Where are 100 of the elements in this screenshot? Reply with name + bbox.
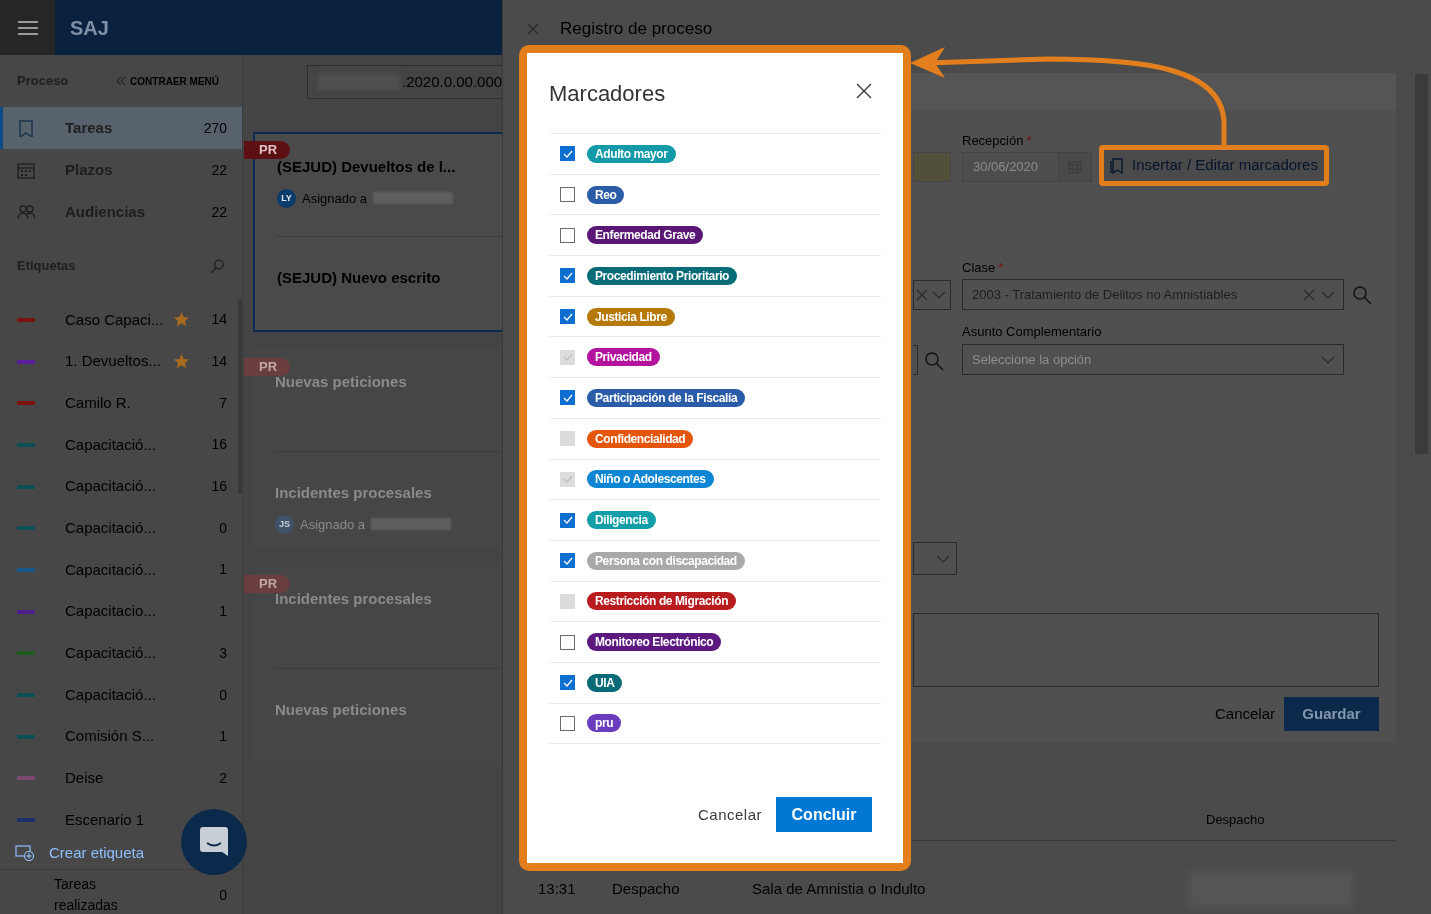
tag-item[interactable]: Capacitacio... 1 bbox=[0, 590, 242, 633]
cancel-button[interactable]: Cancelar bbox=[1210, 697, 1279, 731]
avatar: LY bbox=[277, 188, 296, 208]
count: 22 bbox=[211, 202, 227, 222]
save-button[interactable]: Guardar bbox=[1284, 697, 1379, 731]
table-cell-text: Sala de Amnistia o Indulto bbox=[752, 878, 927, 899]
drawer-title: Registro de proceso bbox=[560, 18, 713, 41]
tag-label: Caso Capaci... bbox=[65, 309, 165, 330]
table-cell-text: Despacho bbox=[612, 878, 681, 899]
marker-tag: Monitoreo Electrónico bbox=[587, 633, 722, 652]
marker-row[interactable]: Persona con discapacidad bbox=[549, 540, 881, 582]
marker-row[interactable]: Adulto mayor bbox=[549, 134, 881, 175]
task-title[interactable]: Nuevas peticiones bbox=[275, 699, 502, 722]
count: 3 bbox=[218, 643, 227, 663]
count: 14 bbox=[210, 310, 227, 330]
marker-tag: Adulto mayor bbox=[587, 144, 676, 163]
priority-flag: PR bbox=[244, 358, 290, 376]
marker-row[interactable]: UIA bbox=[549, 662, 881, 704]
column-header: Despacho bbox=[1206, 811, 1265, 830]
marker-tag: Reo bbox=[587, 185, 625, 204]
count: 0 bbox=[218, 885, 227, 905]
task-title[interactable]: (SEJUD) Devueltos de l... bbox=[277, 156, 502, 179]
task-title[interactable]: (SEJUD) Nuevo escrito bbox=[277, 267, 502, 290]
marker-row[interactable]: Participación de la Fiscalía bbox=[549, 378, 881, 419]
tag-label: Capacitació... bbox=[65, 476, 157, 497]
logo: SAJ bbox=[70, 15, 109, 41]
marker-tag: Confidencialidad bbox=[587, 429, 694, 448]
marker-tag: Procedimiento Prioritario bbox=[587, 266, 738, 285]
tag-label: Escenario 1 bbox=[65, 809, 146, 830]
tag-item[interactable]: Comisión S... 1 bbox=[0, 715, 242, 758]
field-label: Clase * bbox=[962, 259, 1005, 276]
task-title[interactable]: Incidentes procesales bbox=[275, 482, 502, 505]
assigned-label: Asignado a bbox=[302, 189, 368, 208]
marker-tag: Restricción de Migración bbox=[587, 592, 737, 611]
count: 1 bbox=[218, 560, 227, 580]
count: 1 bbox=[218, 727, 227, 747]
marker-row[interactable]: Diligencia bbox=[549, 500, 881, 541]
priority-flag: PR bbox=[244, 141, 290, 159]
table-cell-text: 13:31 bbox=[537, 878, 577, 899]
tag-item[interactable]: Capacitació... 16 bbox=[0, 465, 242, 508]
count: 0 bbox=[218, 685, 227, 705]
marker-tag: pru bbox=[587, 714, 622, 733]
tag-label: Comisión S... bbox=[65, 726, 156, 747]
tag-item[interactable]: Capacitació... 16 bbox=[0, 424, 242, 466]
count: 0 bbox=[218, 518, 227, 538]
collapse-menu-link[interactable]: CONTRAER MENÚ bbox=[116, 73, 225, 89]
create-tag-link[interactable]: Crear etiqueta bbox=[0, 837, 145, 869]
tag-item[interactable]: Capacitació... 0 bbox=[0, 674, 242, 716]
marker-tag: Justicia Libre bbox=[587, 307, 675, 326]
count: 1 bbox=[218, 602, 227, 622]
marker-tag: Participación de la Fiscalía bbox=[587, 388, 746, 407]
tag-item[interactable]: Escenario 1 bbox=[0, 799, 175, 837]
nav-label: Tareas bbox=[65, 117, 114, 138]
confirm-button[interactable]: Concluir bbox=[776, 797, 872, 833]
tag-item[interactable]: Deise 2 bbox=[0, 757, 242, 800]
search-field[interactable]: .2020.0.00.000 bbox=[307, 65, 502, 99]
tag-item[interactable]: Capacitació... 1 bbox=[0, 549, 242, 591]
marker-tag: Enfermedad Grave bbox=[587, 226, 704, 245]
tag-label: Capacitació... bbox=[65, 643, 157, 664]
count: 14 bbox=[210, 352, 227, 372]
tag-item[interactable]: Capacitació... 3 bbox=[0, 632, 242, 675]
tag-item[interactable]: Capacitació... 0 bbox=[0, 507, 242, 550]
tag-label: Capacitació... bbox=[65, 684, 157, 705]
count: 7 bbox=[218, 393, 227, 413]
count: 16 bbox=[210, 477, 227, 497]
tag-item[interactable]: Caso Capaci... 14 bbox=[0, 299, 242, 341]
date-field[interactable]: 30/06/2020 bbox=[962, 152, 1092, 182]
marker-row[interactable]: Reo bbox=[549, 174, 881, 216]
count: 2 bbox=[218, 768, 227, 788]
marker-row[interactable]: Enfermedad Grave bbox=[549, 215, 881, 257]
count: 22 bbox=[211, 160, 227, 180]
tag-label: 1. Devueltos... bbox=[65, 351, 162, 372]
marker-tag: Diligencia bbox=[587, 511, 656, 530]
tag-label: Capacitació... bbox=[65, 518, 157, 539]
tag-label: Camilo R. bbox=[65, 392, 132, 413]
assigned-label: Asignado a bbox=[300, 515, 366, 534]
marker-tag: Privacidad bbox=[587, 348, 660, 367]
marker-row[interactable]: Procedimiento Prioritario bbox=[549, 256, 881, 297]
markers-button[interactable]: Insertar / Editar marcadores bbox=[1104, 150, 1324, 181]
marker-row[interactable]: Monitoreo Electrónico bbox=[549, 622, 881, 663]
tag-label: Capacitacio... bbox=[65, 601, 157, 622]
avatar: JS bbox=[275, 514, 294, 534]
marker-row[interactable]: Justicia Libre bbox=[549, 296, 881, 338]
nav-item[interactable]: Tareas 270 bbox=[0, 107, 242, 149]
select-field[interactable]: Seleccione la opción bbox=[962, 344, 1344, 375]
tag-label: Capacitació... bbox=[65, 559, 157, 580]
marker-tag: Niño o Adolescentes bbox=[587, 470, 714, 489]
cancel-button[interactable]: Cancelar bbox=[697, 797, 762, 833]
tag-label: Deise bbox=[65, 768, 105, 789]
field-label: Recepción * bbox=[962, 132, 1033, 149]
count: 270 bbox=[203, 118, 227, 138]
marker-row[interactable]: pru bbox=[549, 703, 881, 745]
tag-item[interactable]: Camilo R. 7 bbox=[0, 382, 242, 425]
tag-item[interactable]: 1. Devueltos... 14 bbox=[0, 340, 242, 383]
marker-tag: Persona con discapacidad bbox=[587, 551, 745, 570]
marker-tag: UIA bbox=[587, 673, 623, 692]
dialog-title: Marcadores bbox=[549, 80, 666, 108]
priority-flag: PR bbox=[244, 575, 290, 593]
count: 16 bbox=[210, 435, 227, 455]
field-label: Asunto Complementario bbox=[962, 323, 1103, 340]
